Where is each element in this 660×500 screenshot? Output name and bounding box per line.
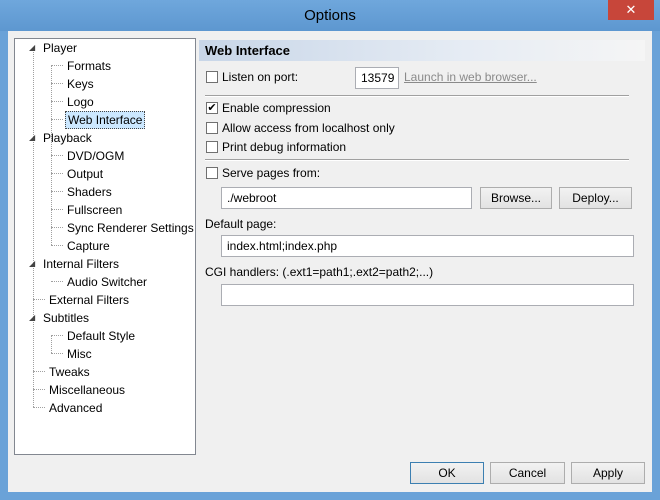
ok-button[interactable]: OK xyxy=(410,462,484,484)
default-page-label: Default page: xyxy=(205,217,277,231)
tree-item-label: Misc xyxy=(67,347,92,361)
print-debug-checkbox[interactable] xyxy=(206,141,218,153)
deploy-button[interactable]: Deploy... xyxy=(559,187,632,209)
localhost-only-checkbox[interactable] xyxy=(206,122,218,134)
close-icon: ✕ xyxy=(625,2,637,17)
default-page-input[interactable]: index.html;index.php xyxy=(221,235,634,257)
listen-on-port-checkbox[interactable] xyxy=(206,71,218,83)
expand-toggle-icon[interactable]: ◢ xyxy=(29,129,39,147)
section-header: Web Interface xyxy=(199,40,645,61)
tree-item-label: DVD/OGM xyxy=(67,149,125,163)
tree-item-label: Miscellaneous xyxy=(49,383,126,397)
cancel-button[interactable]: Cancel xyxy=(490,462,565,484)
enable-compression-checkbox[interactable]: ✔ xyxy=(206,102,218,114)
dialog-client-area: ◢ Player Formats Keys Logo Web Interface… xyxy=(8,31,652,492)
tree-item-label: Fullscreen xyxy=(67,203,123,217)
tree-item-label: Shaders xyxy=(67,185,112,199)
launch-in-browser-link[interactable]: Launch in web browser... xyxy=(404,70,537,84)
tree-item-label: Logo xyxy=(67,95,94,109)
tree-item-label: Keys xyxy=(67,77,94,91)
serve-pages-label: Serve pages from: xyxy=(222,166,321,180)
listen-on-port-label: Listen on port: xyxy=(222,70,299,84)
cgi-handlers-label: CGI handlers: (.ext1=path1;.ext2=path2;.… xyxy=(205,265,434,279)
tree-item-label: Audio Switcher xyxy=(67,275,148,289)
tree-item-label: Advanced xyxy=(49,401,103,415)
enable-compression-label: Enable compression xyxy=(222,101,331,115)
cgi-handlers-input[interactable] xyxy=(221,284,634,306)
localhost-only-label: Allow access from localhost only xyxy=(222,121,395,135)
tree-item-label: Tweaks xyxy=(49,365,90,379)
options-tree: ◢ Player Formats Keys Logo Web Interface… xyxy=(14,38,196,455)
print-debug-label: Print debug information xyxy=(222,140,347,154)
tree-item-label: Default Style xyxy=(67,329,136,343)
tree-item-label: Playback xyxy=(43,131,92,145)
tree-item-label: Formats xyxy=(67,59,112,73)
expand-toggle-icon[interactable]: ◢ xyxy=(29,39,39,57)
window-title: Options xyxy=(304,7,356,24)
separator xyxy=(205,95,629,97)
tree-item-label: Internal Filters xyxy=(43,257,120,271)
browse-button[interactable]: Browse... xyxy=(480,187,552,209)
tree-item-label: Sync Renderer Settings xyxy=(67,221,194,235)
tree-item-label-selected: Web Interface xyxy=(65,111,146,129)
apply-button[interactable]: Apply xyxy=(571,462,645,484)
separator xyxy=(205,159,629,161)
tree-item-label: Player xyxy=(43,41,78,55)
title-bar[interactable]: Options ✕ xyxy=(0,0,660,31)
tree-item-label: Subtitles xyxy=(43,311,90,325)
close-button[interactable]: ✕ xyxy=(608,0,654,20)
options-window: Options ✕ ◢ Player Formats Keys Logo Web… xyxy=(0,0,660,500)
checkmark-icon: ✔ xyxy=(207,102,217,114)
tree-item-label: Output xyxy=(67,167,104,181)
serve-pages-checkbox[interactable] xyxy=(206,167,218,179)
tree-item-label: Capture xyxy=(67,239,110,253)
webroot-input[interactable]: ./webroot xyxy=(221,187,472,209)
tree-item-label: External Filters xyxy=(49,293,130,307)
port-input[interactable]: 13579 xyxy=(355,67,399,89)
expand-toggle-icon[interactable]: ◢ xyxy=(29,309,39,327)
expand-toggle-icon[interactable]: ◢ xyxy=(29,255,39,273)
